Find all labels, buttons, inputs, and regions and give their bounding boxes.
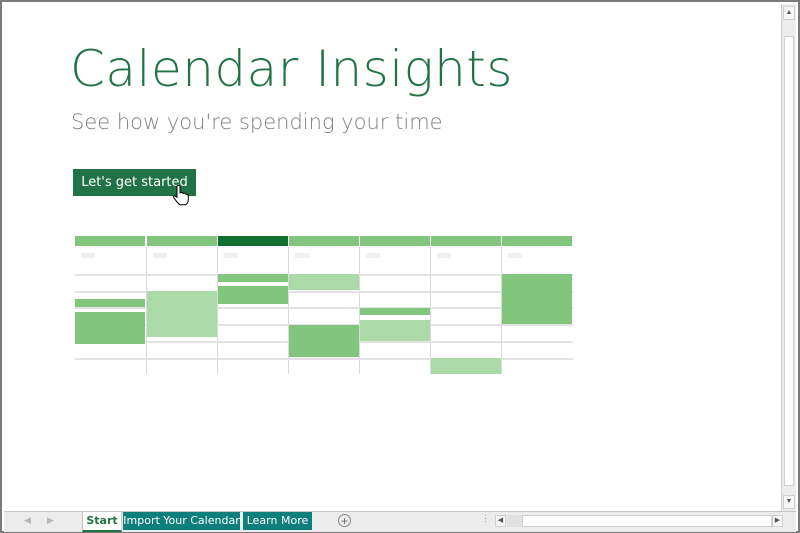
calendar-event-block [360, 320, 430, 341]
calendar-day-label [153, 253, 167, 258]
vertical-scroll-thumb[interactable] [784, 36, 794, 486]
calendar-day-label [224, 253, 238, 258]
calendar-event-block [75, 312, 145, 344]
calendar-day-header [289, 236, 359, 246]
calendar-day-label [366, 253, 380, 258]
calendar-event-block [75, 299, 145, 307]
calendar-event-block [289, 325, 359, 357]
tab-start[interactable]: Start [82, 512, 122, 532]
calendar-event-block [502, 274, 572, 324]
tab-learn-more[interactable]: Learn More [243, 512, 312, 530]
sheet-tab-bar: ◀ ▶ Start Import Your Calendar Learn Mor… [4, 511, 796, 532]
page-subtitle: See how you're spending your time [71, 110, 443, 134]
scroll-up-button[interactable]: ▲ [783, 6, 795, 20]
page-title: Calendar Insights [70, 40, 513, 98]
horizontal-scroll-thumb[interactable] [522, 515, 772, 527]
calendar-illustration [75, 236, 573, 376]
add-sheet-icon[interactable]: + [338, 514, 351, 527]
calendar-day-label [81, 253, 95, 258]
calendar-day-label [295, 253, 309, 258]
calendar-day-label [437, 253, 451, 258]
calendar-event-block [289, 274, 359, 290]
hand-cursor-icon [173, 184, 189, 206]
calendar-event-block [147, 291, 217, 337]
splitter-handle[interactable]: ⋮ [481, 514, 490, 523]
calendar-event-block [431, 358, 501, 374]
app-window: Calendar Insights See how you're spendin… [2, 2, 798, 532]
next-sheet-icon[interactable]: ▶ [47, 515, 54, 526]
calendar-day-label [508, 253, 522, 258]
calendar-day-header [147, 236, 217, 246]
calendar-event-block [360, 308, 430, 315]
prev-sheet-icon[interactable]: ◀ [24, 515, 31, 526]
scroll-right-button[interactable]: ▶ [772, 515, 783, 527]
scroll-down-button[interactable]: ▼ [783, 495, 795, 509]
vertical-scrollbar[interactable]: ▲ ▼ [781, 4, 796, 511]
calendar-column-divider [217, 246, 218, 374]
scroll-left-button[interactable]: ◀ [495, 515, 506, 527]
calendar-day-header [431, 236, 501, 246]
tab-import-your-calendar[interactable]: Import Your Calendar [123, 512, 240, 530]
calendar-day-header [218, 236, 288, 246]
calendar-event-block [218, 286, 288, 304]
calendar-event-block [218, 274, 288, 282]
calendar-column-divider [430, 246, 431, 374]
calendar-day-header [502, 236, 572, 246]
worksheet-area: Calendar Insights See how you're spendin… [4, 4, 782, 511]
calendar-day-header [75, 236, 145, 246]
calendar-day-header [360, 236, 430, 246]
